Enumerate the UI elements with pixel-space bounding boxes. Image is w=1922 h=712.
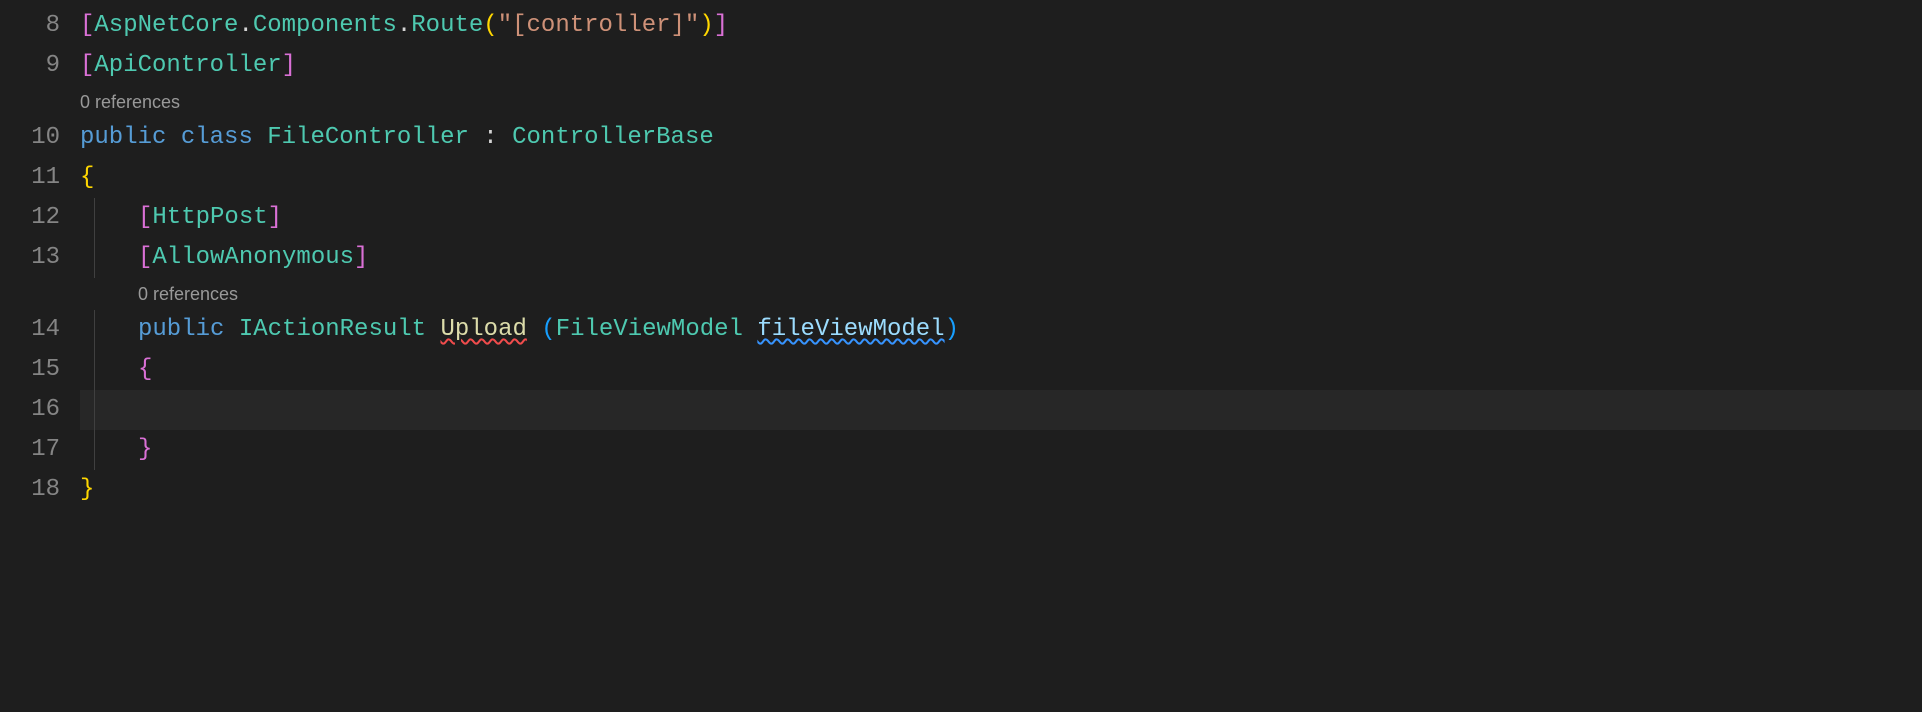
attribute-name: ApiController xyxy=(94,52,281,79)
line-number: 9 xyxy=(0,46,60,86)
bracket-open: [ xyxy=(80,52,94,79)
paren-close: ) xyxy=(699,12,713,39)
bracket-close: ] xyxy=(268,204,282,231)
code-line[interactable]: [HttpPost] xyxy=(80,198,1922,238)
code-line[interactable]: public IActionResult Upload (FileViewMod… xyxy=(80,310,1922,350)
line-number: 16 xyxy=(0,390,60,430)
line-number: 14 xyxy=(0,310,60,350)
parameter-name: fileViewModel xyxy=(757,316,944,343)
attribute-name: HttpPost xyxy=(152,204,267,231)
codelens-references[interactable]: 0 references xyxy=(80,278,1922,310)
class-name: FileController xyxy=(267,124,469,151)
bracket-open: [ xyxy=(138,204,152,231)
line-number: 8 xyxy=(0,6,60,46)
method-name: Upload xyxy=(440,316,526,343)
code-line[interactable]: } xyxy=(80,430,1922,470)
namespace: AspNetCore xyxy=(94,12,238,39)
keyword: class xyxy=(181,124,253,151)
attribute-name: Route xyxy=(411,12,483,39)
line-number: 10 xyxy=(0,118,60,158)
paren-open: ( xyxy=(483,12,497,39)
line-number-gutter: 8 9 10 11 12 13 14 15 16 17 18 xyxy=(0,6,80,712)
code-line[interactable]: [AllowAnonymous] xyxy=(80,238,1922,278)
bracket-open: [ xyxy=(138,244,152,271)
parameter-type: FileViewModel xyxy=(556,316,743,343)
namespace: Components xyxy=(253,12,397,39)
code-area[interactable]: [AspNetCore.Components.Route("[controlle… xyxy=(80,6,1922,712)
base-class: ControllerBase xyxy=(512,124,714,151)
line-number: 15 xyxy=(0,350,60,390)
line-number: 12 xyxy=(0,198,60,238)
dot: . xyxy=(397,12,411,39)
keyword: public xyxy=(80,124,166,151)
line-number: 18 xyxy=(0,470,60,510)
brace-close: } xyxy=(138,436,152,463)
line-number: 17 xyxy=(0,430,60,470)
codelens-text: 0 references xyxy=(138,284,238,304)
string-literal: "[controller]" xyxy=(498,12,700,39)
line-number: 11 xyxy=(0,158,60,198)
bracket-close: ] xyxy=(714,12,728,39)
line-number: 13 xyxy=(0,238,60,278)
dot: . xyxy=(238,12,252,39)
code-line[interactable]: { xyxy=(80,158,1922,198)
bracket-close: ] xyxy=(282,52,296,79)
bracket-close: ] xyxy=(354,244,368,271)
keyword: public xyxy=(138,316,224,343)
code-editor[interactable]: 8 9 10 11 12 13 14 15 16 17 18 [AspNetCo… xyxy=(0,0,1922,712)
code-line[interactable]: { xyxy=(80,350,1922,390)
code-line[interactable]: } xyxy=(80,470,1922,510)
code-line-active[interactable] xyxy=(80,390,1922,430)
paren-close: ) xyxy=(945,316,959,343)
bracket-open: [ xyxy=(80,12,94,39)
return-type: IActionResult xyxy=(239,316,426,343)
brace-open: { xyxy=(80,164,94,191)
code-line[interactable]: [ApiController] xyxy=(80,46,1922,86)
brace-open: { xyxy=(138,356,152,383)
code-line[interactable]: public class FileController : Controller… xyxy=(80,118,1922,158)
attribute-name: AllowAnonymous xyxy=(152,244,354,271)
brace-close: } xyxy=(80,476,94,503)
codelens-references[interactable]: 0 references xyxy=(80,86,1922,118)
codelens-text: 0 references xyxy=(80,92,180,112)
colon: : xyxy=(483,124,497,151)
paren-open: ( xyxy=(541,316,555,343)
code-line[interactable]: [AspNetCore.Components.Route("[controlle… xyxy=(80,6,1922,46)
